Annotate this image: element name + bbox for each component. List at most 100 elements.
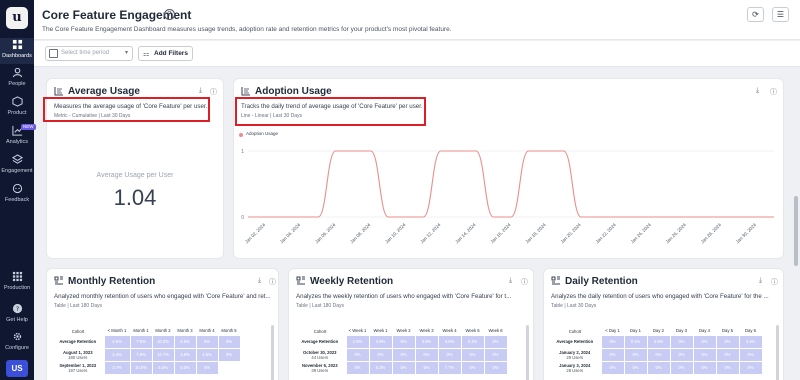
table-cell: 0.1% [623, 334, 648, 349]
table-cell: 0.2% [460, 334, 485, 349]
table-cell: 12.7% [151, 347, 175, 362]
table-cell: 5.3% [368, 360, 393, 375]
table-cell: 0% [715, 347, 740, 362]
column-header: Day 1 [630, 328, 641, 334]
x-tick-label: Jan 12, 2024 [419, 222, 442, 245]
x-tick-label: Jan 02, 2024 [244, 222, 267, 245]
metric-label: Average Usage per User [96, 172, 174, 179]
sidebar-item-label: Feedback [4, 197, 30, 203]
retention-table: Cohort < Day 1 Day 1 Day 2 Day 3 Day 4 D… [549, 327, 763, 375]
sidebar-item-production[interactable]: Production [0, 270, 34, 296]
x-tick-label: Jan 26, 2024 [665, 222, 688, 245]
table-row: Average Retention 1.9% 4.9% 0% 3.9% 3.6%… [294, 334, 508, 349]
table-cell: 5.0% [173, 360, 197, 375]
sidebar-item-label: Configure [5, 345, 29, 351]
card-description: Analyzed monthly retention of users who … [54, 293, 271, 300]
sidebar-item-get-help[interactable]: ? Get Help [0, 302, 34, 328]
time-period-select[interactable]: Select time period ▾ [45, 46, 133, 61]
table-scrollbar[interactable] [271, 325, 274, 380]
column-header: Cohort [71, 328, 85, 334]
help-icon[interactable]: ? [164, 9, 175, 20]
filter-bar: Select time period ▾ ⚏ Add Filters [34, 41, 800, 67]
table-cell: 4.5% [173, 334, 197, 349]
help-icon: ? [0, 303, 34, 316]
y-tick-label: 0 [241, 215, 244, 221]
add-filters-button[interactable]: ⚏ Add Filters [138, 46, 193, 61]
row-label: November 6, 2023 39 Users [301, 362, 338, 373]
highlight-box [43, 97, 210, 122]
svg-text:?: ? [15, 305, 18, 313]
card-description: Analyzes the weekly retention of users w… [296, 293, 512, 300]
page-description: The Core Feature Engagement Dashboard me… [42, 26, 452, 33]
table-cell: 7.8% [129, 347, 153, 362]
table-cell: 0% [623, 360, 648, 375]
info-icon[interactable]: ⓘ [770, 87, 777, 97]
filter-icon: ⚏ [143, 51, 150, 58]
info-icon[interactable]: ⓘ [269, 277, 276, 287]
column-header: < Day 1 [605, 328, 620, 334]
table-cell: 0% [195, 334, 219, 349]
app-logo[interactable]: u [6, 7, 28, 29]
table-cell: 3.4% [738, 334, 763, 349]
table-scrollbar[interactable] [526, 325, 529, 380]
page-scrollbar[interactable] [794, 196, 798, 266]
refresh-button[interactable]: ⟳ [747, 7, 764, 22]
table-cell: 3.7% [103, 360, 131, 375]
menu-button[interactable]: ☰ [772, 7, 789, 22]
table-cell: 0% [414, 347, 439, 362]
sidebar-item-engagement[interactable]: Engagement [0, 153, 34, 179]
info-icon[interactable]: ⓘ [210, 87, 217, 97]
user-avatar[interactable]: US [6, 360, 28, 377]
x-tick-label: Jan 20, 2024 [560, 222, 583, 245]
column-header: < Week 1 [348, 328, 367, 334]
info-icon[interactable]: ⓘ [771, 277, 778, 287]
table-row: Average Retention 0% 0.1% 4.5% 0% 0% 0% … [549, 334, 763, 349]
legend-label[interactable]: Adoption Usage [246, 131, 278, 136]
info-icon[interactable]: ⓘ [521, 277, 528, 287]
table-cell: 0% [483, 347, 508, 362]
sidebar-item-product[interactable]: Product [0, 95, 34, 121]
download-icon[interactable]: ⤓ [759, 277, 762, 285]
sidebar-item-feedback[interactable]: Feedback [0, 182, 34, 208]
line-chart-icon [241, 87, 250, 96]
table-cell: 0% [600, 360, 625, 375]
table-cell: 0% [391, 347, 416, 362]
download-icon[interactable]: ⤓ [756, 87, 759, 95]
x-tick-label: Jan 18, 2024 [524, 222, 547, 245]
download-icon[interactable]: ⤓ [258, 277, 261, 285]
table-cell: 0% [646, 360, 671, 375]
sidebar-item-label: Analytics [5, 139, 28, 145]
table-header-row: Cohort < Month 1 Month 1 Month 2 Month 3… [52, 327, 240, 335]
table-cell: 0% [345, 360, 370, 375]
table-cell: 4.5% [151, 360, 175, 375]
column-header: Cohort [313, 328, 327, 334]
sidebar-item-label: People [8, 81, 26, 87]
table-header-row: Cohort < Week 1 Week 1 Week 2 Week 3 Wee… [294, 327, 507, 335]
download-icon[interactable]: ⤓ [509, 277, 512, 285]
adoption-usage-chart: 0 1 Jan 02, 2024 Jan 04, 2024 Jan 06, 2024 Ja… [241, 149, 774, 245]
table-header-row: Cohort < Day 1 Day 1 Day 2 Day 3 Day 4 D… [549, 327, 762, 335]
column-header: Month 4 [199, 328, 215, 334]
card-title: Weekly Retention [310, 276, 394, 287]
table-cell: 0% [669, 347, 694, 362]
sidebar-item-dashboards[interactable]: Dashboards [0, 38, 34, 64]
sidebar-item-label: Production [3, 285, 31, 291]
engagement-icon [0, 154, 34, 167]
sidebar-item-label: Engagement [1, 168, 33, 174]
dashboard-icon [0, 39, 34, 52]
column-header: Day 5 [722, 328, 733, 334]
x-tick-label: Jan 22, 2024 [595, 222, 618, 245]
x-tick-label: Jan 14, 2024 [454, 222, 477, 245]
card-meta: Table | Last 180 Days [54, 303, 102, 309]
sidebar: u Dashboards People Product NEW Analytic… [0, 0, 36, 380]
table-cell: 3.9% [414, 334, 439, 349]
sidebar-item-label: Dashboards [2, 53, 32, 59]
table-cell: 0% [217, 347, 241, 362]
sidebar-item-configure[interactable]: Configure [0, 330, 34, 356]
sidebar-item-people[interactable]: People [0, 66, 34, 92]
table-scrollbar[interactable] [776, 325, 779, 380]
sidebar-item-analytics[interactable]: NEW Analytics [0, 124, 36, 150]
table-cell: 3.6% [437, 334, 462, 349]
card-title: Monthly Retention [68, 276, 156, 287]
download-icon[interactable]: ⤓ [199, 87, 202, 95]
